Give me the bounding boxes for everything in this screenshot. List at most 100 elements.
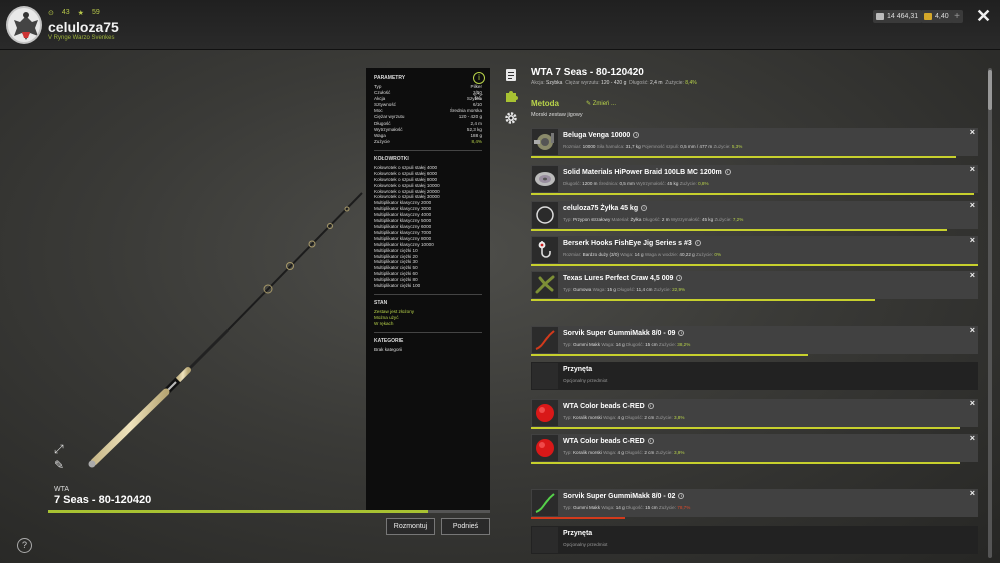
item-info-icon[interactable]: i: [641, 205, 648, 212]
item-name: Beluga Venga 10000 i: [563, 132, 640, 139]
edit-method-icon: ✎: [586, 101, 592, 107]
item-meta: Typ: Koralik morski Waga: 4 g Długość: 2…: [563, 450, 685, 455]
setup-title: WTA 7 Seas - 80-120420: [531, 67, 644, 78]
close-icon[interactable]: ✕: [976, 6, 991, 27]
item-meta: Opcjonalny przedmiot: [563, 378, 608, 383]
spool-icon: [532, 166, 558, 192]
rod-condition-fill: [48, 510, 429, 513]
wear-bar: [531, 517, 625, 519]
avatar[interactable]: [6, 6, 42, 44]
item-name: Sorvik Super GummiMakk 8/0 - 02 i: [563, 493, 685, 500]
gold-display: 4,40: [921, 10, 953, 23]
remove-item-icon[interactable]: ×: [970, 433, 975, 443]
rod-brand: WTA: [54, 486, 70, 493]
add-currency-button[interactable]: +: [951, 10, 963, 23]
wear-bar: [531, 193, 974, 195]
empty-slot-thumb: [532, 363, 558, 389]
compatible-reel: Multiplikator ciężki 100: [374, 283, 421, 289]
item-meta: Typ: Gummi Makk Waga: 14 g Długość: 15 c…: [563, 342, 691, 347]
craw-icon: [532, 272, 558, 298]
method-value: Morski zestaw jigowy: [531, 112, 583, 118]
reels-title: KOŁOWROTKI: [374, 155, 409, 162]
item-info-icon[interactable]: i: [724, 169, 731, 176]
tackle-item[interactable]: celuloza75 Żyłka 45 kg i Typ: Przypon strz…: [531, 200, 978, 231]
lift-button[interactable]: Podnieś: [441, 518, 490, 535]
item-info-icon[interactable]: i: [694, 240, 701, 247]
item-name-text: Sorvik Super GummiMakk 8/0 - 09: [563, 330, 676, 337]
change-method-link[interactable]: ✎ Zmień ...: [586, 100, 616, 107]
state-title: STAN: [374, 299, 388, 306]
user-stats: ⊙ 43 ★ 59: [48, 9, 100, 17]
tackle-item[interactable]: WTA Color beads C-RED i Typ: Koralik morsk…: [531, 398, 978, 429]
item-name-text: Przynęta: [563, 366, 593, 373]
money-value: 14 464,31: [887, 13, 919, 20]
tackle-item[interactable]: Beluga Venga 10000 i Rozmiar: 10000 Siła h…: [531, 127, 978, 158]
item-info-icon[interactable]: i: [678, 493, 685, 500]
rod-condition-bar: [48, 510, 490, 513]
method-label: Metoda: [531, 99, 559, 108]
wear-bar: [531, 264, 978, 266]
worm-green-icon: [532, 490, 558, 516]
hook-icon: [532, 237, 558, 263]
item-meta: Typ: Gummi Makk Waga: 14 g Długość: 15 c…: [563, 505, 691, 510]
parameters-panel: PARAMETRY Typ Pilker Czułość 3/10 Akcja Szybk…: [366, 68, 490, 510]
item-meta: Rozmiar: 10000 Siła hamulca: 31,7 kg Poj…: [563, 144, 743, 149]
category-value: Brak kategorii: [374, 346, 403, 352]
scrollbar-thumb[interactable]: [988, 70, 992, 110]
remove-item-icon[interactable]: ×: [970, 127, 975, 137]
star-rank-icon: ★: [77, 10, 84, 17]
remove-item-icon[interactable]: ×: [970, 488, 975, 498]
item-meta: Typ: Przypon strzałowy Materiał: Żyłka D…: [563, 217, 744, 222]
param-key: Zużycie: [374, 138, 390, 144]
item-name: Solid Materials HiPower Braid 100LB MC 1…: [563, 169, 731, 176]
item-info-icon[interactable]: i: [676, 275, 683, 282]
empty-slot[interactable]: Przynęta Opcjonalny przedmiot: [531, 362, 978, 390]
item-name-text: celuloza75 Żyłka 45 kg: [563, 205, 639, 212]
disassemble-button[interactable]: Rozmontuj: [386, 518, 435, 535]
edit-icon[interactable]: ✎: [54, 459, 66, 471]
rod-preview[interactable]: [48, 68, 366, 510]
item-info-icon[interactable]: i: [647, 438, 654, 445]
tackle-item[interactable]: Sorvik Super GummiMakk 8/0 - 02 i Typ: Gum…: [531, 488, 978, 519]
item-name: Berserk Hooks FishEye Jig Series s #3 i: [563, 240, 701, 247]
help-icon[interactable]: ?: [17, 538, 32, 553]
bead-icon: [532, 435, 558, 461]
remove-item-icon[interactable]: ×: [970, 398, 975, 408]
remove-item-icon[interactable]: ×: [970, 325, 975, 335]
remove-item-icon[interactable]: ×: [970, 200, 975, 210]
item-name: Sorvik Super GummiMakk 8/0 - 09 i: [563, 330, 685, 337]
puzzle-icon[interactable]: [504, 89, 518, 103]
item-name: WTA Color beads C-RED i: [563, 403, 654, 410]
setup-summary: Akcja: Szybka Ciężar wyrzutu: 120 - 420 …: [531, 80, 697, 86]
info-icon[interactable]: i: [473, 72, 485, 84]
item-info-icon[interactable]: i: [678, 330, 685, 337]
item-meta: Typ: Gumowa Waga: 15 g Długość: 11,4 cm …: [563, 287, 686, 292]
wear-bar: [531, 299, 876, 301]
document-icon[interactable]: [504, 68, 518, 82]
tackle-item[interactable]: Solid Materials HiPower Braid 100LB MC 1…: [531, 164, 978, 195]
item-info-icon[interactable]: i: [633, 132, 640, 139]
item-name-text: Beluga Venga 10000: [563, 132, 631, 139]
tackle-item[interactable]: Texas Lures Perfect Craw 4,5 009 i Typ: Gu…: [531, 270, 978, 301]
gear-icon[interactable]: [504, 111, 518, 125]
param-row: Zużycie 8,4%: [374, 139, 482, 145]
wear-bar: [531, 354, 809, 356]
line-icon: [532, 202, 558, 228]
favorite-star-icon[interactable]: ☆: [472, 88, 484, 104]
remove-item-icon[interactable]: ×: [970, 270, 975, 280]
level-icon: ⊙: [48, 10, 54, 17]
expand-icon[interactable]: ⤢: [54, 443, 66, 455]
remove-item-icon[interactable]: ×: [970, 235, 975, 245]
item-meta: Długość: 1200 m Średnica: 0,5 mm Wytrzym…: [563, 181, 709, 186]
empty-slot[interactable]: Przynęta Opcjonalny przedmiot: [531, 526, 978, 554]
tackle-item[interactable]: Berserk Hooks FishEye Jig Series s #3 i Ro…: [531, 235, 978, 266]
item-name-text: Texas Lures Perfect Craw 4,5 009: [563, 275, 674, 282]
item-info-icon[interactable]: i: [647, 403, 654, 410]
tackle-item[interactable]: WTA Color beads C-RED i Typ: Koralik morsk…: [531, 433, 978, 464]
money-icon: [876, 13, 884, 20]
username: celuloza75: [48, 19, 119, 35]
item-name: celuloza75 Żyłka 45 kg i: [563, 205, 648, 212]
tackle-item[interactable]: Sorvik Super GummiMakk 8/0 - 09 i Typ: Gum…: [531, 325, 978, 356]
scrollbar[interactable]: [988, 68, 992, 558]
remove-item-icon[interactable]: ×: [970, 164, 975, 174]
